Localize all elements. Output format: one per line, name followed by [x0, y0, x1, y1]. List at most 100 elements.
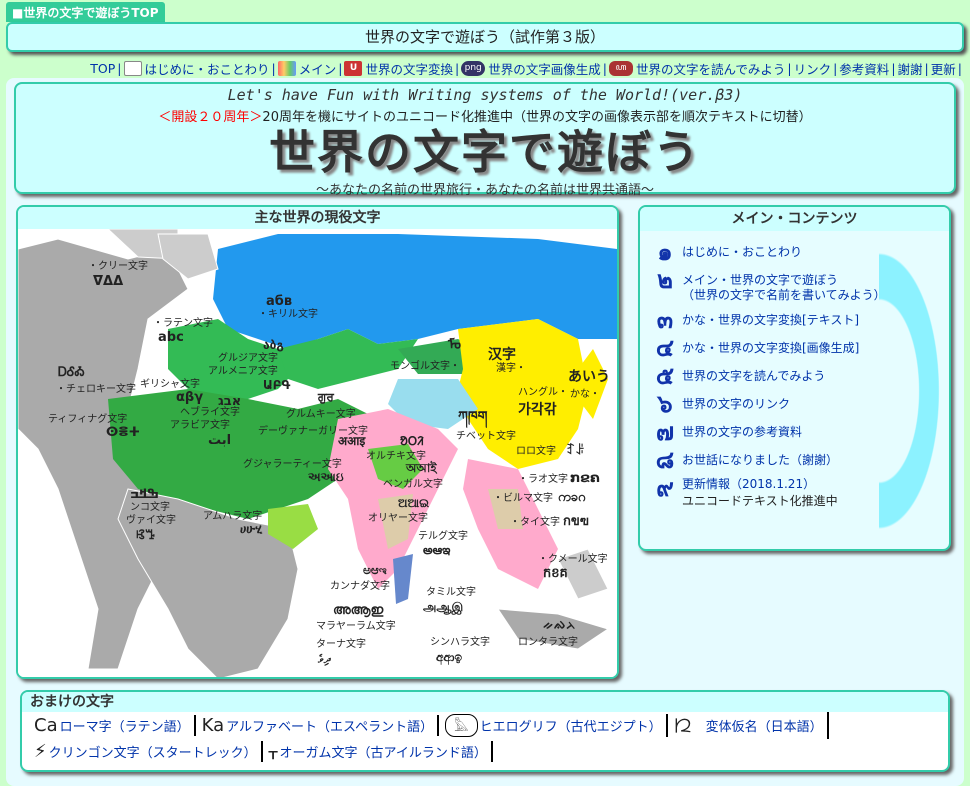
map-sample-kannada: ಅಆಇ — [363, 563, 387, 577]
extra-latin: Ca ローマ字（ラテン語） — [34, 714, 196, 736]
extra-ogham: ᚁ オーガム文字（古アイルランド語） — [269, 740, 493, 762]
updates-subtext: ユニコードテキスト化推進中 — [682, 494, 838, 508]
site-title-bar: 世界の文字で遊ぼう（試作第３版） — [6, 22, 964, 52]
png-icon: png — [461, 60, 486, 76]
map-sample-oriya: ଅଆଇ — [398, 496, 429, 510]
latin-glyph: Ca — [34, 714, 58, 736]
un-icon: U — [344, 60, 363, 76]
map-label-hangul: ハングル・ — [518, 385, 568, 398]
nav-bar: TOP | はじめに・おことわり | メイン | U 世界の文字変換 | png 世界の文字… — [90, 59, 962, 78]
map-sample-nko: ߒߞߏ — [130, 487, 159, 502]
map-label-malayalam: マラヤーラム文字 — [316, 619, 396, 632]
nav-main[interactable]: メイン — [277, 59, 336, 78]
map-sample-hebrew: אבג — [218, 394, 241, 409]
esperanto-glyph: Ka — [201, 714, 225, 736]
map-label-khmer: ・クメール文字 — [538, 552, 608, 565]
contents-link-convert-text[interactable]: かな・世界の文字変換[テキスト] — [682, 313, 859, 328]
map-sample-gujarati: અઆઇ — [308, 470, 344, 484]
map-label-cree: ・クリー文字 — [88, 259, 148, 272]
contents-link-thanks[interactable]: お世話になりました（謝謝） — [682, 453, 838, 468]
klingon-glyph: ⚡ — [34, 740, 47, 762]
contents-link-updates[interactable]: 更新情報（2018.1.21） — [682, 477, 815, 491]
map-sample-georgian: აბგ — [263, 338, 284, 352]
extra-link-ogham[interactable]: オーガム文字（古アイルランド語） — [280, 742, 487, 761]
map-label-nko: ンコ文字 — [130, 500, 170, 513]
map-label-cyrillic: ・キリル文字 — [258, 307, 318, 320]
map-label-gurmukhi: グルムキー文字 — [286, 407, 356, 420]
map-sample-vai: ꕙꔤ — [136, 528, 155, 543]
rainbow-icon — [277, 60, 296, 76]
map-sample-hanzi: 汉字 — [488, 346, 516, 363]
map-sample-olchiki: ᱚᱛᱤ — [400, 434, 424, 448]
contents-item-main: ๒ メイン・世界の文字で遊ぼう （世界の文字で名前を書いてみよう） — [648, 268, 908, 303]
world-scripts-map-panel: 主な世界の現役文字 ・クリー文字 ᐁᐃᐃ ・ラテン文字 abc ᎠᎴᎣ ・チェロ… — [16, 205, 619, 679]
map-label-tifinagh: ティフィナグ文字 — [48, 412, 127, 425]
map-label-kannada: カンナダ文字 — [330, 579, 390, 592]
contents-item-references: ๗ 世界の文字の参考資料 — [648, 420, 908, 444]
contents-link-intro[interactable]: はじめに・おことわり — [682, 245, 802, 260]
thai-numeral-6: ๖ — [657, 390, 673, 418]
extra-link-esperanto[interactable]: アルファベート（エスペラント語） — [226, 716, 433, 735]
page-title: 世界の文字で遊ぼう — [269, 125, 701, 179]
extra-link-hentaigana[interactable]: 変体仮名（日本語） — [706, 716, 823, 735]
extra-klingon: ⚡ クリンゴン文字（スタートレック） — [34, 740, 263, 762]
map-label-latin: ・ラテン文字 — [153, 316, 213, 329]
contents-link-convert-image[interactable]: かな・世界の文字変換[画像生成] — [682, 341, 859, 356]
nav-top[interactable]: TOP — [90, 61, 115, 76]
map-sample-malayalam: അആഇ — [333, 603, 384, 618]
map-sample-hangul: 가각갂 — [518, 401, 557, 418]
cartouche-icon: 𓅓 — [445, 713, 478, 737]
nav-updates[interactable]: 更新 — [931, 59, 956, 78]
extra-link-latin[interactable]: ローマ字（ラテン語） — [60, 716, 190, 735]
map-sample-tamil: அஆஇ — [423, 600, 463, 615]
bonus-scripts-panel: おまけの文字 Ca ローマ字（ラテン語） Ka アルファベート（エスペラント語） 𓅓… — [20, 690, 950, 772]
thai-numeral-1: ๑ — [657, 238, 673, 266]
map-sample-devanagari: अआइ — [338, 434, 366, 448]
contents-item-intro: ๑ はじめに・おことわり — [648, 238, 908, 266]
contents-item-convert-text: ๓ かな・世界の文字変換[テキスト] — [648, 308, 908, 332]
contents-link-references[interactable]: 世界の文字の参考資料 — [682, 425, 802, 440]
map-label-sinhala: シンハラ文字 — [430, 635, 490, 648]
thai-numeral-4: ๔ — [655, 334, 675, 362]
nav-references[interactable]: 参考資料 — [839, 59, 889, 78]
map-sample-burmese: ကခဂ — [558, 490, 586, 505]
extra-link-hieroglyph[interactable]: ヒエログリフ（古代エジプト） — [480, 716, 662, 735]
map-label-vai: ヴァイ文字 — [126, 513, 176, 526]
extras-heading: おまけの文字 — [22, 692, 948, 712]
map-label-telugu: テルグ文字 — [418, 529, 468, 542]
nav-image-gen[interactable]: png 世界の文字画像生成 — [461, 59, 601, 78]
nav-top-label: TOP — [90, 60, 116, 76]
nav-read[interactable]: ꦲ 世界の文字を読んでみよう — [608, 59, 785, 78]
extra-hieroglyph: 𓅓 ヒエログリフ（古代エジプト） — [445, 713, 668, 737]
contents-link-links[interactable]: 世界の文字のリンク — [682, 397, 790, 412]
extra-link-klingon[interactable]: クリンゴン文字（スタートレック） — [49, 742, 257, 761]
map-sample-khmer: កខគ — [543, 566, 568, 581]
map-label-tamil: タミル文字 — [426, 585, 476, 598]
contents-item-thanks: ๘ お世話になりました（謝謝） — [648, 446, 908, 474]
contents-link-read[interactable]: 世界の文字を読んでみよう — [682, 369, 825, 384]
map-label-mongolian: モンゴル文字・ — [390, 359, 460, 372]
nav-convert[interactable]: U 世界の文字変換 — [344, 59, 453, 78]
map-label-burmese: ・ビルマ文字 — [493, 491, 553, 504]
top-tab[interactable]: ■世界の文字で遊ぼうTOP — [6, 2, 165, 22]
extra-esperanto: Ka アルファベート（エスペラント語） — [201, 714, 440, 736]
hentaigana-glyph: 𛀁 — [673, 715, 692, 737]
nav-thanks[interactable]: 謝謝 — [898, 59, 923, 78]
contents-link-main[interactable]: メイン・世界の文字で遊ぼう （世界の文字で名前を書いてみよう） — [682, 273, 886, 303]
map-label-armenian: アルメニア文字 — [208, 364, 278, 377]
map-label-tibetan: チベット文字 — [456, 429, 516, 442]
nav-links[interactable]: リンク — [794, 59, 832, 78]
world-map[interactable]: ・クリー文字 ᐁᐃᐃ ・ラテン文字 abc ᎠᎴᎣ ・チェロキー文字 ティフィナ… — [18, 229, 617, 679]
map-heading: 主な世界の現役文字 — [18, 207, 617, 229]
extras-row-1: Ca ローマ字（ラテン語） Ka アルファベート（エスペラント語） 𓅓 ヒエログリフ（… — [22, 711, 948, 739]
main-contents-panel: メイン・コンテンツ ๑ はじめに・おことわり ๒ メイン・世界の文字で遊ぼう （… — [638, 205, 951, 551]
extra-hentaigana: 𛀁 変体仮名（日本語） — [673, 711, 829, 739]
thai-numeral-8: ๘ — [655, 446, 675, 474]
map-sample-lontara: ᨀᨁᨂ — [543, 618, 576, 633]
script-icon: ꦲ — [608, 60, 633, 76]
nav-intro[interactable]: はじめに・おことわり — [123, 59, 270, 78]
map-sample-gurmukhi: ਗੁਰ — [317, 390, 334, 404]
map-sample-kana: あいう — [568, 369, 610, 385]
contents-item-convert-image: ๔ かな・世界の文字変換[画像生成] — [648, 334, 908, 362]
map-sample-sinhala: අආඉ — [436, 650, 462, 665]
